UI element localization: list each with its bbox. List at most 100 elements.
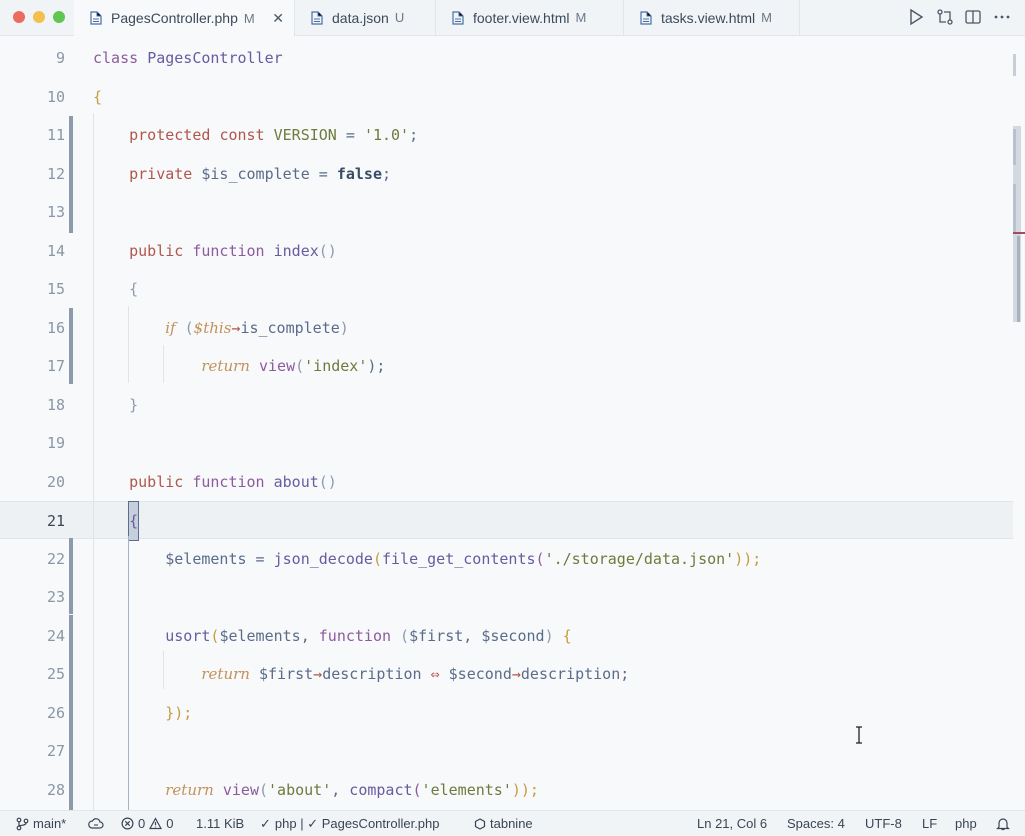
code-token: ));	[734, 549, 762, 568]
code-token: return	[165, 780, 214, 799]
code-token: ,	[300, 626, 319, 645]
code-line[interactable]: 24 usort($elements, function ($first, $s…	[0, 617, 1013, 655]
code-token: (	[258, 780, 269, 799]
cursor-position[interactable]: Ln 21, Col 6	[697, 811, 767, 836]
compare-changes-icon[interactable]	[936, 8, 954, 26]
status-bar: main* 0 0 1.11 KiB ✓ php | ✓ PagesContro…	[0, 810, 1025, 836]
line-number: 28	[46, 780, 65, 799]
line-number: 20	[46, 472, 65, 491]
code-line[interactable]: 22 $elements = json_decode(file_get_cont…	[0, 540, 1013, 578]
file-icon	[311, 10, 323, 25]
code-text: class PagesController	[93, 39, 283, 77]
code-token: (	[372, 549, 382, 568]
code-line[interactable]: 21 {	[0, 501, 1013, 541]
code-token: const	[219, 126, 265, 144]
code-line[interactable]: 28 return view('about', compact('element…	[0, 771, 1013, 809]
tab-pages-controller[interactable]: PagesController.php M ✕	[74, 0, 295, 36]
more-actions-icon[interactable]	[993, 8, 1011, 26]
code-text: private $is_complete = false;	[93, 155, 391, 193]
code-token: ;	[409, 126, 419, 144]
code-line[interactable]: 20 public function about()	[0, 463, 1013, 501]
branch-name: main*	[33, 816, 67, 831]
code-token: $second	[481, 626, 545, 645]
code-line[interactable]: 13	[0, 193, 1013, 231]
code-token: view	[258, 357, 296, 375]
tabnine-status[interactable]: tabnine	[474, 811, 533, 836]
code-line[interactable]: 10 {	[0, 78, 1013, 116]
code-text: usort($elements, function ($first, $seco…	[93, 617, 571, 655]
line-number: 10	[46, 87, 65, 106]
tabnine-icon	[474, 817, 486, 830]
code-token: public	[129, 472, 184, 491]
tab-label: data.json	[332, 9, 389, 26]
code-line[interactable]: 15 {	[0, 270, 1013, 308]
notifications-button[interactable]	[996, 811, 1010, 836]
code-token: $elements	[219, 626, 301, 645]
lint-status[interactable]: ✓ php | ✓ PagesController.php	[260, 811, 440, 836]
code-token: =	[309, 164, 337, 183]
tab-data-json[interactable]: data.json U	[295, 0, 436, 35]
code-line[interactable]: 16 if ($this→is_complete)	[0, 309, 1013, 347]
code-line[interactable]: 18 }	[0, 386, 1013, 424]
code-text: public function index()	[93, 232, 337, 270]
language-mode[interactable]: php	[955, 811, 977, 836]
code-token: PagesController	[147, 49, 283, 67]
end-of-line[interactable]: LF	[922, 811, 937, 836]
line-number: 16	[46, 318, 65, 337]
git-modified-marker	[69, 615, 73, 810]
indentation[interactable]: Spaces: 4	[787, 811, 845, 836]
code-token: private	[129, 164, 193, 183]
indent-guide	[163, 345, 164, 383]
code-token: if	[165, 318, 176, 337]
code-line[interactable]: 9 class PagesController	[0, 39, 1013, 77]
code-token: usort	[165, 626, 211, 645]
code-editor[interactable]: 9 class PagesController 10 {11 protected co…	[0, 36, 1025, 810]
line-number: 9	[55, 49, 65, 67]
zoom-window-button[interactable]	[53, 11, 65, 23]
run-icon[interactable]	[908, 8, 924, 26]
tab-tasks-view[interactable]: tasks.view.html M	[624, 0, 800, 35]
code-token: )	[339, 318, 349, 337]
minimize-window-button[interactable]	[33, 11, 45, 23]
code-line[interactable]: 14 public function index()	[0, 232, 1013, 270]
split-editor-icon[interactable]	[964, 8, 982, 26]
cloud-sync-icon	[88, 817, 104, 829]
vertical-scrollbar[interactable]	[1013, 36, 1025, 810]
sync-button[interactable]	[88, 811, 104, 836]
code-token: compact	[349, 780, 413, 799]
encoding[interactable]: UTF-8	[865, 811, 902, 836]
branch-indicator[interactable]: main*	[16, 811, 66, 836]
problems-indicator[interactable]: 0 0	[121, 811, 173, 836]
close-icon[interactable]: ✕	[272, 10, 284, 27]
code-token: $elements	[165, 549, 247, 568]
line-number: 13	[46, 203, 65, 221]
code-token: (	[391, 626, 410, 645]
close-window-button[interactable]	[13, 11, 25, 23]
code-line[interactable]: 23	[0, 578, 1013, 616]
code-token: public	[129, 241, 184, 260]
code-text: {	[93, 78, 102, 116]
tab-footer-view[interactable]: footer.view.html M	[436, 0, 624, 35]
code-text: $elements = json_decode(file_get_content…	[93, 540, 761, 578]
code-line[interactable]: 19	[0, 424, 1013, 462]
indent-guide-active	[128, 536, 129, 810]
code-line[interactable]: 12 private $is_complete = false;	[0, 155, 1013, 193]
line-number: 23	[46, 588, 65, 606]
code-line[interactable]: 25 return $first→description ⇔ $second→d…	[0, 655, 1013, 693]
tab-label: tasks.view.html	[661, 9, 756, 26]
line-number: 25	[46, 665, 65, 683]
code-line[interactable]: 17 return view('index');	[0, 347, 1013, 385]
code-line[interactable]: 11 protected const VERSION = '1.0';	[0, 116, 1013, 154]
code-token: (	[295, 357, 305, 375]
